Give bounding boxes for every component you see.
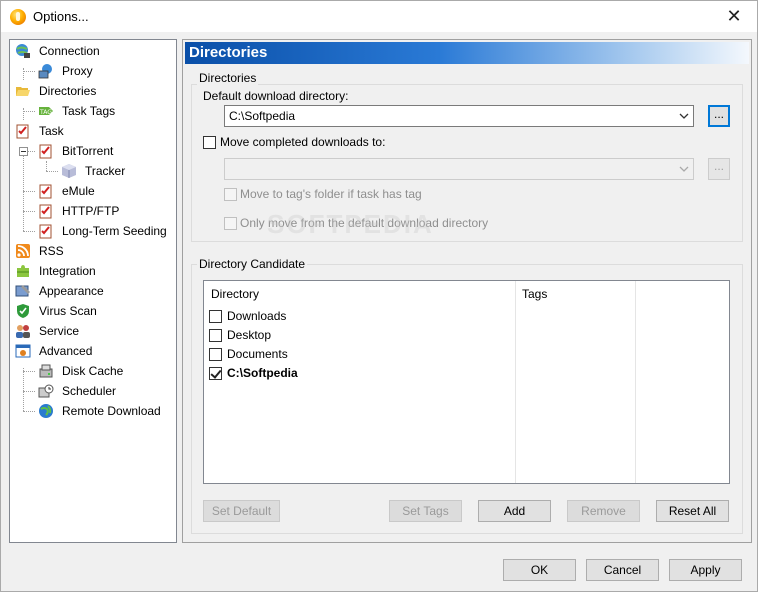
row-documents-checkbox[interactable] [209,348,222,361]
directories-panel: Directories Directories Default download… [182,39,752,543]
chevron-down-icon [679,162,689,176]
users-icon [15,323,31,339]
globe-icon [38,403,54,419]
row-downloads-checkbox[interactable] [209,310,222,323]
browse-default-directory-button[interactable]: ... [708,105,730,127]
scheduler-icon [38,383,54,399]
clipboard-check-icon [15,123,31,139]
tree-item-virus-scan[interactable]: Virus Scan [15,302,165,320]
puzzle-icon [15,263,31,279]
title-bar[interactable]: Options... ✕ [1,1,757,32]
softpedia-watermark: SOFTPEDIA [267,209,434,239]
default-directory-combo[interactable]: C:\Softpedia [224,105,694,127]
tree-item-appearance[interactable]: Appearance [15,282,165,300]
rss-icon [15,243,31,259]
tree-item-advanced[interactable]: Advanced [15,342,165,360]
directory-candidate-list[interactable]: Directory Tags Downloads Desktop Documen… [203,280,730,484]
table-row[interactable]: C:\Softpedia [227,366,298,380]
add-button[interactable]: Add [478,500,551,522]
cube-icon [61,163,77,179]
tag-icon: TAG [38,103,54,119]
tree-item-http-ftp[interactable]: HTTP/FTP [38,202,158,220]
disk-icon [38,363,54,379]
panel-header-title: Directories [189,44,268,61]
chevron-down-icon [679,109,689,123]
tree-item-emule[interactable]: eMule [38,182,158,200]
shield-icon [15,303,31,319]
browse-move-directory-button[interactable]: ... [708,158,730,180]
tree-item-task[interactable]: Task [15,122,165,140]
set-tags-button[interactable]: Set Tags [389,500,462,522]
move-completed-checkbox[interactable] [203,136,216,149]
tree-item-remote-download[interactable]: Remote Download [38,402,174,420]
tree-item-rss[interactable]: RSS [15,242,165,260]
collapse-bittorrent-toggle[interactable] [19,147,28,156]
globe-network-icon [15,43,31,59]
table-row[interactable]: Desktop [227,328,271,342]
network-computer-icon [38,63,54,79]
tree-item-proxy[interactable]: Proxy [38,62,158,80]
row-softpedia-checkbox[interactable] [209,367,222,380]
options-window: Options... ✕ Connection Proxy Directorie… [0,0,758,592]
panel-header: Directories [185,42,749,64]
tree-item-scheduler[interactable]: Scheduler [38,382,158,400]
tree-item-tracker[interactable]: Tracker [61,162,161,180]
app-logo-icon [10,9,26,25]
tree-item-task-tags[interactable]: TAG Task Tags [38,102,158,120]
tree-item-disk-cache[interactable]: Disk Cache [38,362,158,380]
apply-button[interactable]: Apply [669,559,742,581]
clipboard-check-icon [38,143,54,159]
table-row[interactable]: Documents [227,347,288,361]
cancel-button[interactable]: Cancel [586,559,659,581]
tree-item-directories[interactable]: Directories [15,82,165,100]
only-move-default-checkbox[interactable] [224,217,237,230]
column-header-directory[interactable]: Directory [211,287,259,301]
advanced-icon [15,343,31,359]
clipboard-check-icon [38,183,54,199]
directory-candidate-title: Directory Candidate [197,257,308,271]
reset-all-button[interactable]: Reset All [656,500,729,522]
column-header-tags[interactable]: Tags [522,287,547,301]
set-default-button[interactable]: Set Default [203,500,280,522]
remove-button[interactable]: Remove [567,500,640,522]
row-desktop-checkbox[interactable] [209,329,222,342]
default-directory-label: Default download directory: [203,89,349,103]
directories-group-title: Directories [197,71,259,85]
tree-item-integration[interactable]: Integration [15,262,165,280]
move-to-tag-folder-label: Move to tag's folder if task has tag [240,187,422,201]
appearance-icon [15,283,31,299]
move-completed-label: Move completed downloads to: [220,135,386,149]
window-title: Options... [33,9,89,24]
tree-item-service[interactable]: Service [15,322,165,340]
tree-item-long-term-seeding[interactable]: Long-Term Seeding [38,222,176,240]
tree-item-bittorrent[interactable]: BitTorrent [38,142,168,160]
close-button[interactable]: ✕ [711,1,757,32]
options-tree[interactable]: Connection Proxy Directories TAG Task Ta… [9,39,177,543]
clipboard-check-icon [38,223,54,239]
open-folder-icon [15,83,31,99]
move-to-tag-folder-checkbox[interactable] [224,188,237,201]
table-row[interactable]: Downloads [227,309,286,323]
default-directory-value: C:\Softpedia [229,109,296,123]
svg-text:TAG: TAG [39,109,52,116]
move-completed-combo[interactable] [224,158,694,180]
ok-button[interactable]: OK [503,559,576,581]
tree-item-connection[interactable]: Connection [15,42,165,60]
clipboard-check-icon [38,203,54,219]
